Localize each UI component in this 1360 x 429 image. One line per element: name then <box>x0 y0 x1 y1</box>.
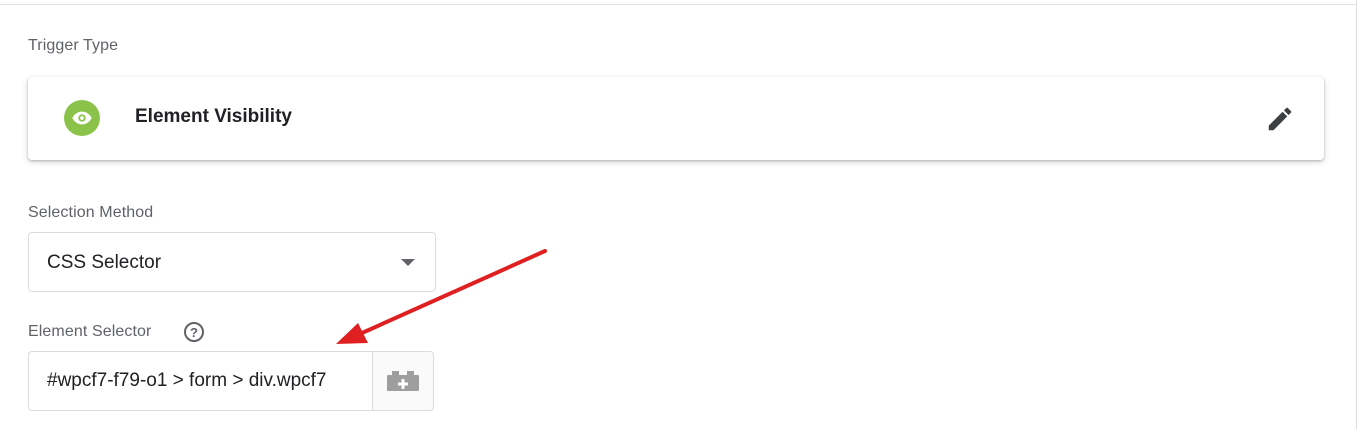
eye-icon <box>64 100 100 136</box>
element-selector-input[interactable] <box>28 351 373 411</box>
top-divider <box>0 4 1357 5</box>
selection-method-select[interactable]: CSS Selector <box>28 232 436 292</box>
caret-down-icon <box>401 259 415 266</box>
edit-trigger-button[interactable] <box>1264 103 1296 135</box>
pencil-icon <box>1268 107 1292 131</box>
trigger-config-panel: Trigger Type Element Visibility Selectio… <box>0 0 1357 429</box>
trigger-type-card[interactable]: Element Visibility <box>28 77 1324 160</box>
trigger-type-label: Trigger Type <box>28 37 119 54</box>
element-selector-label: Element Selector <box>28 323 152 340</box>
variable-picker-button[interactable] <box>372 351 434 411</box>
selection-method-value: CSS Selector <box>47 252 162 273</box>
brick-add-icon <box>387 371 419 391</box>
selection-method-label: Selection Method <box>28 204 154 221</box>
help-icon[interactable]: ? <box>184 322 204 342</box>
trigger-type-name: Element Visibility <box>135 106 292 127</box>
